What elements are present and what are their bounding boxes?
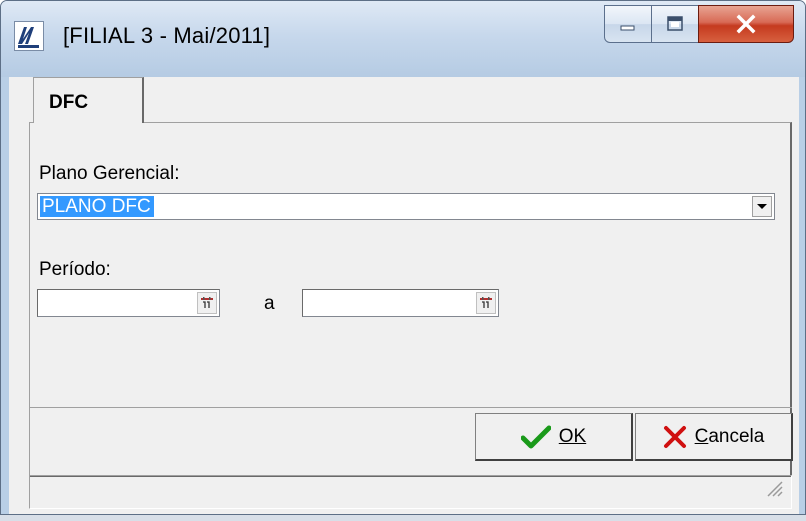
dialog-window: [FILIAL 3 - Mai/2011] DFC Plano Gerencia… [0,0,806,515]
calendar-icon[interactable] [197,292,217,314]
ok-button[interactable]: OK [475,413,633,461]
periodo-start-field[interactable] [37,289,220,317]
calendar-icon[interactable] [476,292,496,314]
cancel-label: Cancela [694,425,765,447]
title-bar[interactable]: [FILIAL 3 - Mai/2011] [1,1,805,77]
close-button[interactable] [698,5,794,43]
periodo-label: Período: [39,259,111,280]
chevron-down-icon[interactable] [752,196,772,217]
maximize-icon [652,6,698,42]
checkmark-icon [520,425,551,449]
minimize-button[interactable] [604,5,652,43]
close-icon [699,6,793,42]
plano-gerencial-select[interactable]: PLANO DFC [37,193,775,220]
minimize-icon [605,6,651,42]
ok-label: OK [558,425,587,447]
plano-gerencial-value: PLANO DFC [40,196,154,217]
periodo-separator: a [264,293,275,314]
cancel-button[interactable]: Cancela [635,413,793,461]
window-title: [FILIAL 3 - Mai/2011] [63,23,271,48]
x-icon [663,425,687,449]
maximize-button[interactable] [651,5,699,43]
status-bar [29,475,792,509]
tab-dfc[interactable]: DFC [33,77,144,123]
resize-grip-icon[interactable] [765,479,783,502]
dialog-client-area: DFC Plano Gerencial: PLANO DFC Período: … [9,77,799,514]
app-logo-icon[interactable] [14,21,44,51]
periodo-end-field[interactable] [302,289,499,317]
plano-gerencial-label: Plano Gerencial: [39,163,180,184]
